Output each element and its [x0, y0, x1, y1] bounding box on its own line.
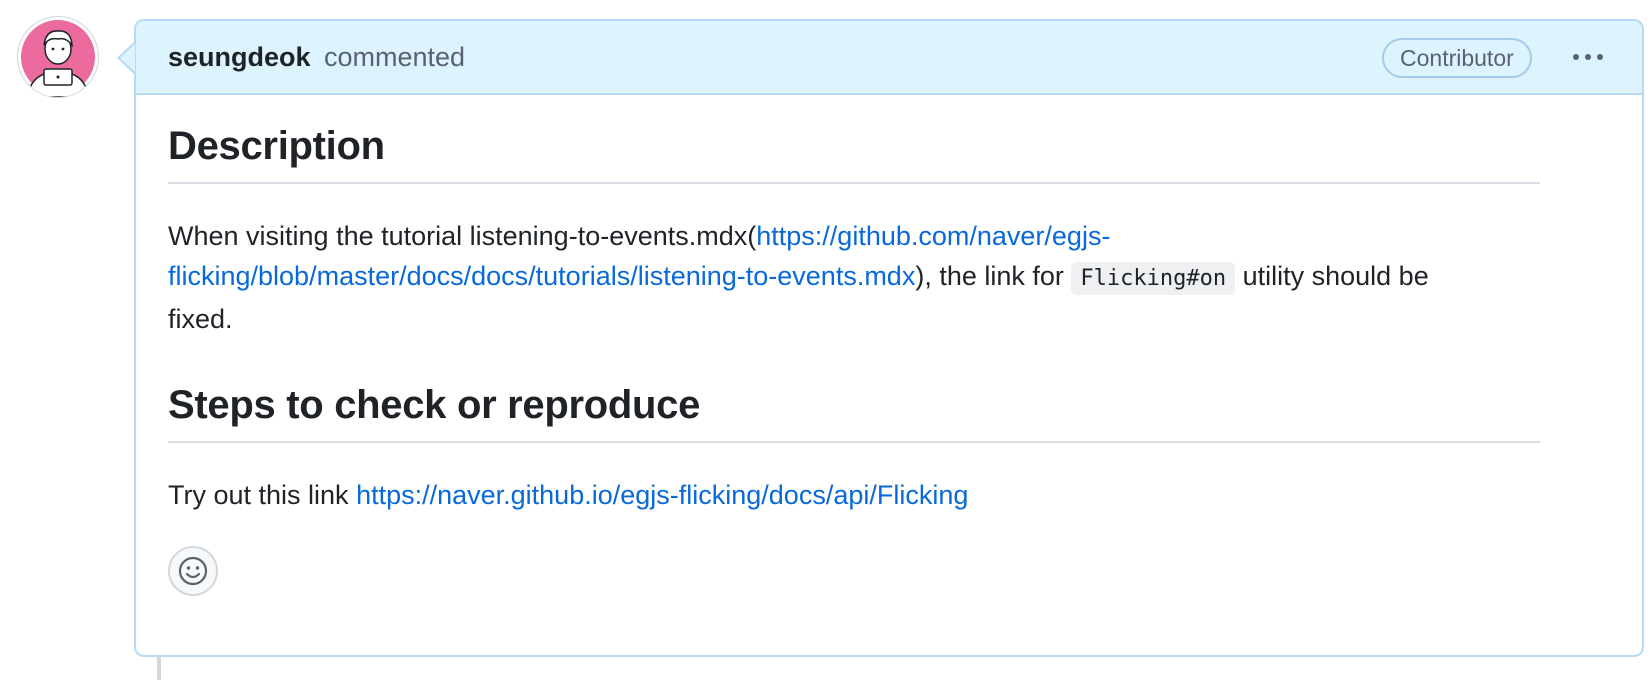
heading-steps: Steps to check or reproduce: [168, 383, 701, 427]
add-reaction-button[interactable]: [168, 546, 218, 596]
heading-description: Description: [168, 124, 385, 168]
heading-divider: [168, 182, 1540, 184]
steps-paragraph: Try out this link https://naver.github.i…: [168, 475, 1548, 515]
author-link[interactable]: seungdeok: [168, 42, 311, 73]
comment-action-text: commented: [324, 42, 466, 72]
avatar-illustration: [21, 20, 95, 97]
text: fixed.: [168, 304, 233, 334]
comment-pointer-fill: [120, 44, 135, 72]
description-paragraph: When visiting the tutorial listening-to-…: [168, 216, 1548, 339]
link-text: flicking/blob/master/docs/docs/tutorials…: [168, 261, 916, 291]
dot: [1585, 54, 1591, 60]
dot: [1573, 54, 1579, 60]
comment-box: seungdeok commented Contributor Descript…: [134, 19, 1644, 657]
link-text: https://github.com/naver/egjs-: [756, 221, 1111, 251]
text: Try out this link: [168, 480, 357, 510]
contributor-badge: Contributor: [1382, 38, 1532, 78]
flicking-api-link[interactable]: https://naver.github.io/egjs-flicking/do…: [356, 480, 968, 510]
text: ), the link for: [915, 261, 1072, 291]
comment-header: seungdeok commented Contributor: [136, 21, 1642, 95]
text: utility should be: [1235, 261, 1429, 291]
heading-divider: [168, 441, 1540, 443]
inline-code: Flicking#on: [1071, 262, 1236, 295]
smiley-icon: [178, 556, 208, 586]
text: When visiting the tutorial listening-to-…: [168, 221, 757, 251]
avatar[interactable]: [18, 17, 98, 97]
kebab-horizontal-icon[interactable]: [1566, 39, 1610, 75]
dot: [1597, 54, 1603, 60]
